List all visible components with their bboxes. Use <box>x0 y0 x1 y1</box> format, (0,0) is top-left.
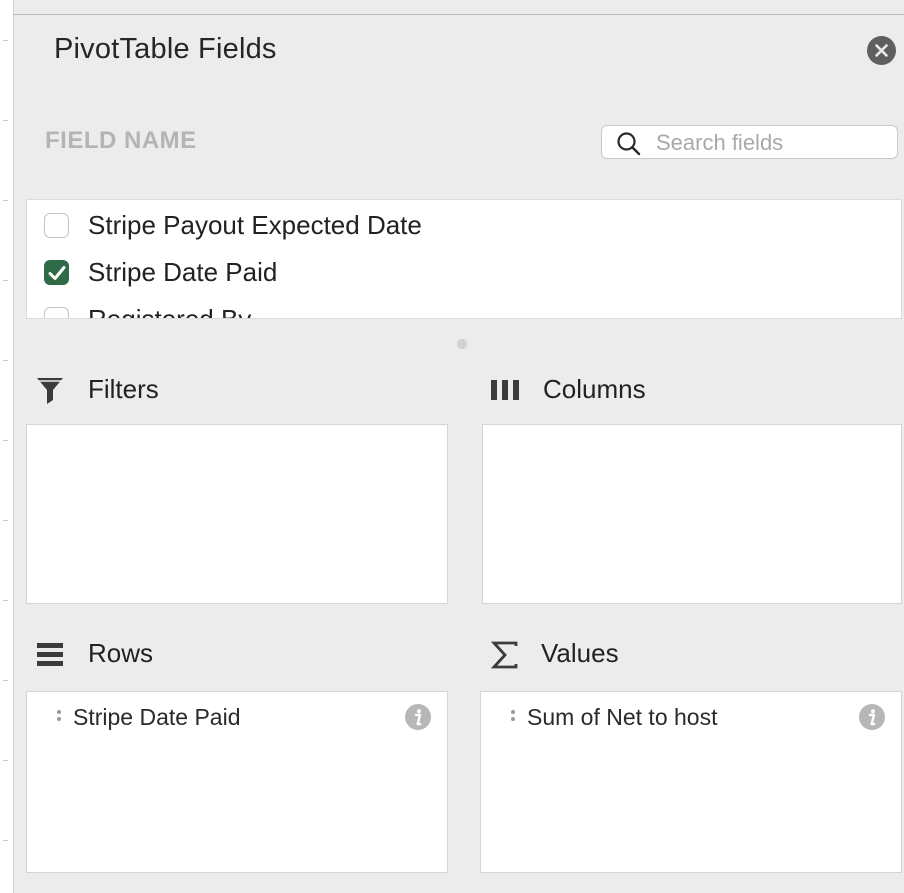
drag-handle-icon[interactable] <box>57 710 61 724</box>
checkmark-icon <box>48 266 66 280</box>
row-divider <box>3 120 8 121</box>
rows-label: Rows <box>88 638 154 668</box>
row-divider <box>3 840 8 841</box>
pill-label: Stripe Date Paid <box>73 704 241 730</box>
columns-header: Columns <box>488 374 898 410</box>
field-checkbox[interactable] <box>44 213 69 238</box>
rows-icon <box>37 643 63 666</box>
row-divider <box>3 360 8 361</box>
search-input[interactable] <box>654 129 888 157</box>
field-list[interactable]: Stripe Payout Expected Date Stripe Date … <box>26 199 902 319</box>
row-divider <box>3 200 8 201</box>
columns-drop-zone[interactable] <box>482 424 902 604</box>
row-divider <box>3 440 8 441</box>
splitter-handle[interactable] <box>457 339 467 349</box>
field-item-stripe-payout-expected-date[interactable]: Stripe Payout Expected Date <box>27 204 901 248</box>
pivot-table-fields-panel: PivotTable Fields FIELD NAME Stripe Payo… <box>14 15 904 893</box>
filters-drop-zone[interactable] <box>26 424 448 604</box>
filters-label: Filters <box>88 374 159 404</box>
row-divider <box>3 280 8 281</box>
search-icon <box>617 132 641 156</box>
columns-icon <box>491 380 519 400</box>
rows-field-pill[interactable]: Stripe Date Paid <box>27 692 447 738</box>
filters-header: Filters <box>32 374 452 410</box>
sigma-icon <box>490 641 518 669</box>
info-icon[interactable] <box>405 704 431 730</box>
info-icon[interactable] <box>859 704 885 730</box>
search-fields-box[interactable] <box>601 125 898 159</box>
values-field-pill[interactable]: Sum of Net to host <box>481 692 901 738</box>
drag-handle-icon[interactable] <box>511 710 515 724</box>
rows-header: Rows <box>32 638 452 674</box>
row-divider <box>3 520 8 521</box>
field-item-registered-by[interactable]: Registered By <box>27 298 901 319</box>
spreadsheet-edge <box>0 0 14 893</box>
row-divider <box>3 600 8 601</box>
field-checkbox[interactable] <box>44 260 69 285</box>
field-item-stripe-date-paid[interactable]: Stripe Date Paid <box>27 251 901 295</box>
values-header: Values <box>488 638 898 674</box>
row-divider <box>3 40 8 41</box>
pill-label: Sum of Net to host <box>527 704 718 730</box>
close-icon <box>875 44 888 57</box>
close-button[interactable] <box>867 36 896 65</box>
row-divider <box>3 760 8 761</box>
field-checkbox[interactable] <box>44 307 69 318</box>
panel-title: PivotTable Fields <box>54 33 277 65</box>
field-name-header: FIELD NAME <box>45 127 197 154</box>
values-label: Values <box>541 638 619 668</box>
columns-label: Columns <box>543 374 646 404</box>
row-divider <box>3 680 8 681</box>
field-label: Stripe Date Paid <box>88 257 278 287</box>
values-drop-zone[interactable]: Sum of Net to host <box>480 691 902 873</box>
field-label: Stripe Payout Expected Date <box>88 210 422 240</box>
rows-drop-zone[interactable]: Stripe Date Paid <box>26 691 448 873</box>
filter-funnel-icon <box>37 378 63 404</box>
field-label: Registered By <box>88 304 252 319</box>
